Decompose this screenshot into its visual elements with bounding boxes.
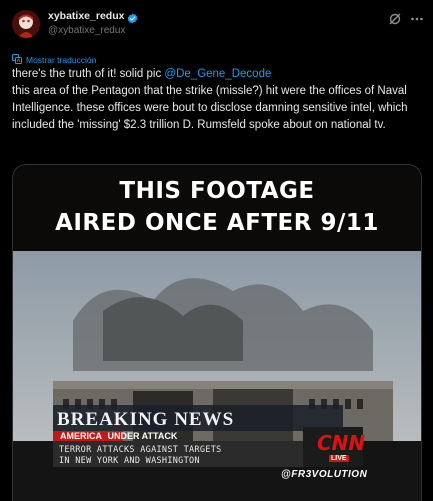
grok-icon[interactable] — [388, 12, 402, 26]
mention-link[interactable]: @De_Gene_Decode — [164, 68, 271, 80]
translate-label: Mostrar traducción — [26, 55, 97, 65]
watermark: @FR3VOLUTION — [281, 469, 368, 480]
avatar[interactable] — [12, 10, 40, 38]
video-caption: THIS FOOTAGE AIRED ONCE AFTER 9/11 — [13, 175, 421, 239]
ticker-line-1: TERROR ATTACKS AGAINST TARGETS — [59, 445, 222, 455]
more-icon[interactable] — [410, 12, 424, 26]
under-attack-label: UNDER ATTACK — [107, 431, 178, 441]
caption-line-1: THIS FOOTAGE — [119, 178, 315, 204]
tweet-text: there's the truth of it! solid pic @De_G… — [12, 66, 422, 134]
avatar-image — [12, 10, 40, 38]
name-row: xybatixe_redux — [48, 10, 138, 23]
translate-icon — [12, 54, 22, 66]
user-handle[interactable]: @xybatixe_redux — [48, 25, 125, 36]
live-badge: LIVE — [329, 455, 349, 462]
breaking-news-banner: BREAKING NEWS — [57, 409, 235, 430]
tweet-line-1: there's the truth of it! solid pic @De_G… — [12, 66, 422, 83]
verified-badge-icon — [127, 11, 138, 23]
tweet-header: xybatixe_redux @xybatixe_redux — [0, 0, 433, 48]
tweet-line-2: this area of the Pentagon that the strik… — [12, 85, 408, 131]
america-label: AMERICA — [57, 431, 105, 441]
cnn-logo: CNN — [317, 431, 366, 455]
tweet-text-intro: there's the truth of it! solid pic — [12, 68, 165, 80]
display-name[interactable]: xybatixe_redux — [48, 10, 124, 22]
caption-line-2: AIRED ONCE AFTER 9/11 — [55, 210, 379, 236]
show-translation-link[interactable]: Mostrar traducción — [12, 54, 96, 66]
ticker-line-2: IN NEW YORK AND WASHINGTON — [59, 456, 200, 466]
america-under-attack: AMERICA UNDER ATTACK — [57, 431, 177, 441]
tweet-media[interactable]: THIS FOOTAGE AIRED ONCE AFTER 9/11 BREAK… — [12, 164, 422, 501]
